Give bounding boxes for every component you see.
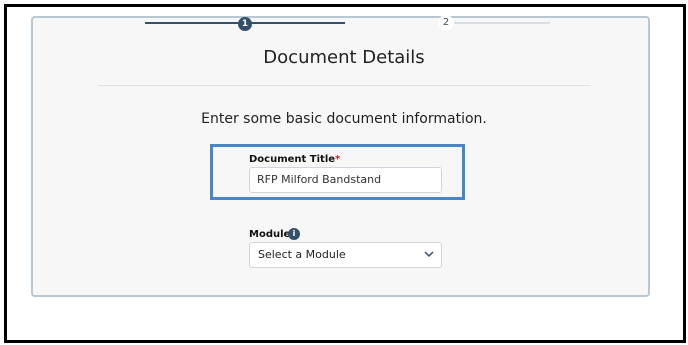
step-2-indicator[interactable]: 2 <box>438 15 454 31</box>
step-1-indicator[interactable]: 1 <box>238 17 252 31</box>
required-marker: * <box>335 154 341 165</box>
chevron-down-icon[interactable] <box>424 250 434 258</box>
document-title-input[interactable]: RFP Milford Bandstand <box>249 167 442 193</box>
page-title: Document Details <box>263 47 425 68</box>
modules-select[interactable]: Select a Module <box>249 242 442 268</box>
modules-select-value: Select a Module <box>258 248 346 261</box>
page-subtitle: Enter some basic document information. <box>201 111 487 127</box>
step-progress-line-pending <box>450 22 550 24</box>
wizard-stepper: 1 2 <box>0 0 688 31</box>
info-icon[interactable]: i <box>288 228 300 240</box>
title-divider <box>98 85 591 86</box>
document-title-label-text: Document Title <box>249 154 336 165</box>
document-title-label: Document Title* <box>249 154 340 165</box>
